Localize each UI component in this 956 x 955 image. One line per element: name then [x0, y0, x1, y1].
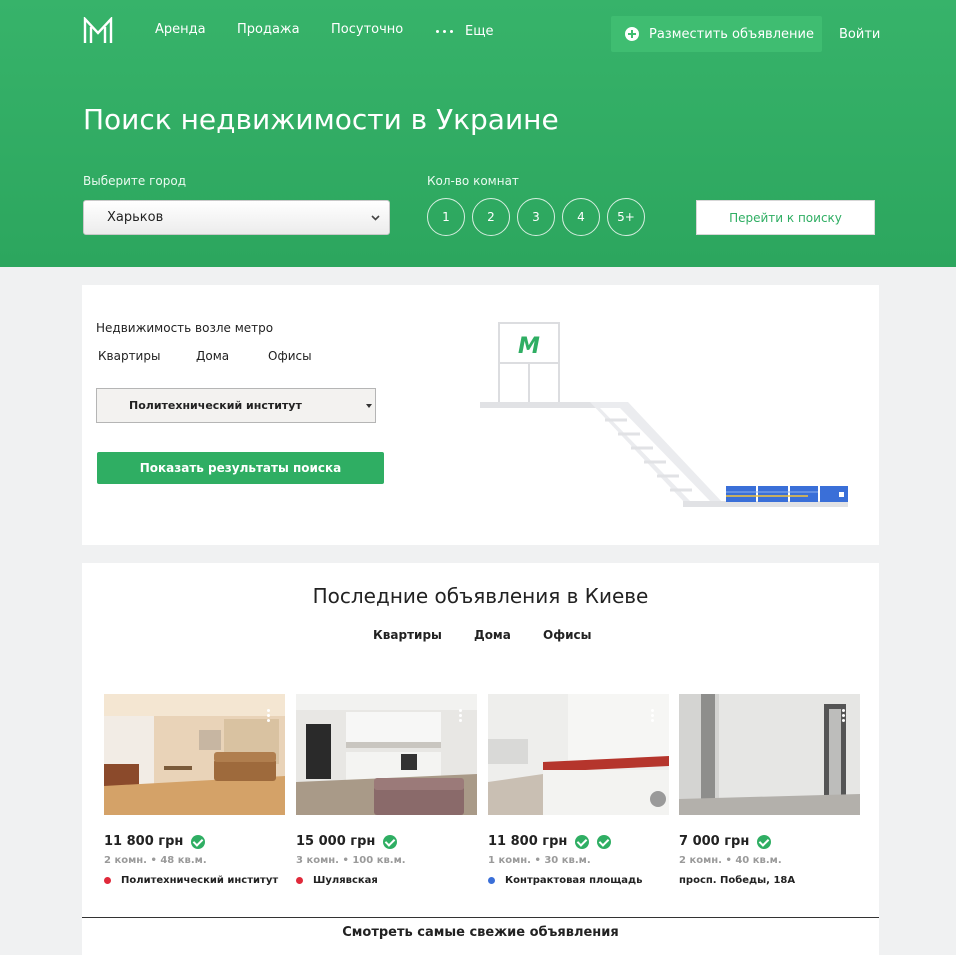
latest-title: Последние объявления в Киеве [312, 584, 649, 608]
metro-line-dot-icon [296, 877, 303, 884]
listing-details: 3 комн. • 100 кв.м. [296, 855, 406, 866]
metro-search-card: Недвижимость возле метро Квартиры Дома О… [82, 285, 879, 545]
show-results-button[interactable]: Показать результаты поиска [97, 452, 384, 484]
latest-listings-section: Последние объявления в Киеве Квартиры До… [82, 563, 879, 955]
metro-station-value: Политехнический институт [129, 399, 302, 412]
city-select[interactable]: Харьков [83, 200, 390, 235]
rooms-label: Кол-во комнат [427, 174, 519, 188]
listing-location: Политехнический институт [121, 875, 279, 886]
view-fresh-listings-link[interactable]: Смотреть самые свежие объявления [82, 925, 879, 940]
listing-photo[interactable] [488, 694, 669, 815]
verified-check-icon [597, 834, 612, 849]
listing-details: 2 комн. • 40 кв.м. [679, 855, 782, 866]
post-ad-button[interactable]: Разместить объявление [611, 16, 822, 52]
login-link[interactable]: Войти [839, 27, 880, 42]
listing-card[interactable]: 11 800 грн 2 комн. • 48 кв.м. Политехнич… [104, 693, 285, 903]
listing-card[interactable]: 15 000 грн 3 комн. • 100 кв.м. Шулявская [296, 693, 477, 903]
room-option-4[interactable]: 4 [562, 198, 600, 236]
nav-rent[interactable]: Аренда [155, 22, 206, 37]
metro-line-dot-icon [488, 877, 495, 884]
more-options-icon[interactable] [842, 709, 845, 722]
listing-location: Контрактовая площадь [505, 875, 643, 886]
hero-section: Аренда Продажа Посуточно Еще Разместить … [0, 0, 956, 267]
listing-details: 1 комн. • 30 кв.м. [488, 855, 591, 866]
listing-price: 11 800 грн [488, 834, 568, 849]
more-options-icon[interactable] [459, 709, 462, 722]
room-option-1[interactable]: 1 [427, 198, 465, 236]
nav-more[interactable]: Еще [436, 24, 493, 39]
verified-check-icon [383, 834, 398, 849]
nav-daily[interactable]: Посуточно [331, 22, 403, 37]
latest-tab-offices[interactable]: Офисы [543, 628, 591, 642]
listing-photo[interactable] [296, 694, 477, 815]
chevron-down-icon [371, 215, 380, 221]
listing-card[interactable]: 7 000 грн 2 комн. • 40 кв.м. просп. Побе… [679, 693, 860, 903]
metro-tab-offices[interactable]: Офисы [268, 349, 312, 363]
latest-tab-houses[interactable]: Дома [474, 628, 511, 642]
metro-title: Недвижимость возле метро [96, 321, 274, 335]
post-ad-label: Разместить объявление [649, 26, 814, 42]
plus-circle-icon [625, 27, 639, 41]
go-to-search-button[interactable]: Перейти к поиску [696, 200, 875, 235]
latest-tab-apartments[interactable]: Квартиры [373, 628, 442, 642]
listing-price: 15 000 грн [296, 834, 376, 849]
room-option-2[interactable]: 2 [472, 198, 510, 236]
dropdown-arrow-icon [366, 404, 372, 408]
listing-location: просп. Победы, 18А [679, 875, 796, 886]
listing-details: 2 комн. • 48 кв.м. [104, 855, 207, 866]
room-option-5plus[interactable]: 5+ [607, 198, 645, 236]
room-option-3[interactable]: 3 [517, 198, 555, 236]
listing-photo[interactable] [104, 694, 285, 815]
nav-sale[interactable]: Продажа [237, 22, 300, 37]
metro-tab-apartments[interactable]: Квартиры [98, 349, 160, 363]
more-dots-icon [436, 30, 453, 33]
metro-illustration: M [480, 322, 848, 507]
verified-check-icon [575, 834, 590, 849]
listing-price: 11 800 грн [104, 834, 184, 849]
divider [82, 917, 879, 918]
train-icon [726, 486, 848, 502]
listing-price: 7 000 грн [679, 834, 750, 849]
more-options-icon[interactable] [651, 709, 654, 722]
city-label: Выберите город [83, 174, 186, 188]
verified-check-icon [757, 834, 772, 849]
metro-sign-letter: M [518, 334, 540, 359]
m-logo-icon[interactable] [83, 17, 113, 45]
page-title: Поиск недвижимости в Украине [83, 103, 559, 136]
city-select-value: Харьков [107, 210, 164, 225]
verified-check-icon [191, 834, 206, 849]
metro-station-select[interactable]: Политехнический институт [96, 388, 376, 423]
listing-card[interactable]: 11 800 грн 1 комн. • 30 кв.м. Контрактов… [488, 693, 669, 903]
metro-tab-houses[interactable]: Дома [196, 349, 229, 363]
metro-line-dot-icon [104, 877, 111, 884]
more-options-icon[interactable] [267, 709, 270, 722]
listing-photo[interactable] [679, 694, 860, 815]
nav-more-label: Еще [465, 24, 494, 39]
listing-location: Шулявская [313, 875, 378, 886]
